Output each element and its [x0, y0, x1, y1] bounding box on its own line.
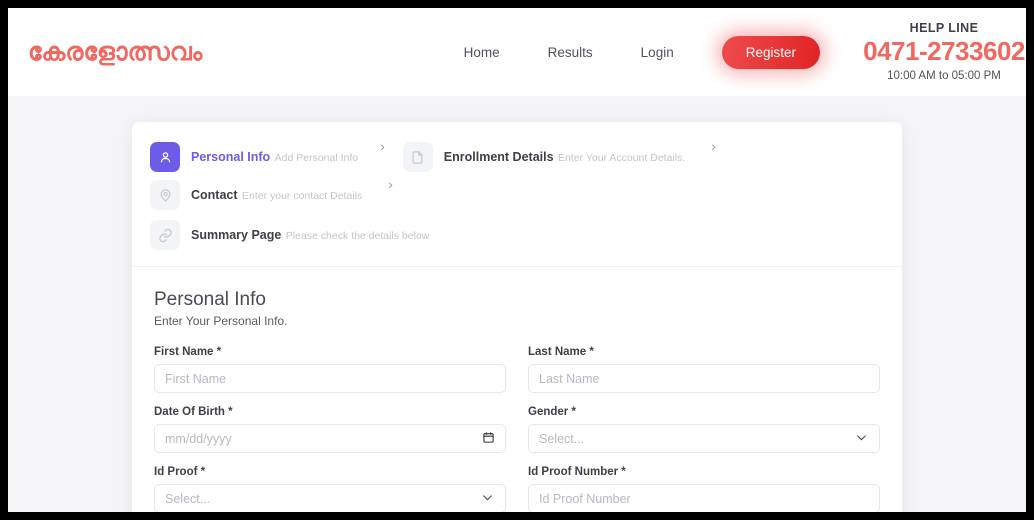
last-name-input[interactable]: Last Name	[528, 364, 880, 393]
step-summary-page[interactable]: Summary Page Please check the details be…	[150, 216, 884, 254]
step-personal-info[interactable]: Personal Info Add Personal Info	[150, 138, 358, 176]
gender-label: Gender *	[528, 406, 576, 418]
site-header: കേരളോത്സവം Home Results Login Register H…	[8, 8, 1026, 96]
browser-viewport: കേരളോത്സവം Home Results Login Register H…	[8, 8, 1026, 512]
date-of-birth-placeholder: mm/dd/yyyy	[165, 431, 232, 446]
document-icon	[402, 142, 433, 172]
field-date-of-birth: Date Of Birth * mm/dd/yyyy	[154, 406, 506, 453]
gender-select[interactable]: Select...	[528, 424, 880, 453]
site-logo[interactable]: കേരളോത്സവം	[20, 38, 202, 67]
step-subtitle: Add Personal Info	[274, 152, 359, 165]
chevron-down-icon	[855, 431, 868, 447]
calendar-icon[interactable]	[482, 431, 495, 447]
nav-item-login[interactable]: Login	[641, 45, 674, 60]
register-button[interactable]: Register	[721, 35, 820, 69]
field-gender: Gender * Select...	[528, 406, 880, 453]
helpline-block: HELP LINE 0471-2733602 10:00 AM to 05:00…	[846, 21, 1026, 82]
registration-wizard-card: Personal Info Add Personal Info › Enroll…	[132, 122, 902, 512]
helpline-hours: 10:00 AM to 05:00 PM	[887, 69, 1001, 82]
step-subtitle: Enter Your Account Details.	[558, 152, 686, 165]
id-proof-label: Id Proof *	[154, 466, 206, 478]
step-contact-text: Contact Enter your contact Details	[191, 185, 362, 205]
first-name-placeholder: First Name	[165, 371, 227, 386]
id-proof-placeholder: Select...	[165, 491, 211, 506]
step-enrollment-details-text: Enrollment Details Enter Your Account De…	[444, 147, 685, 167]
personal-info-form: Personal Info Enter Your Personal Info. …	[132, 267, 902, 512]
step-title: Contact	[191, 188, 238, 203]
page-body: Personal Info Add Personal Info › Enroll…	[8, 96, 1026, 512]
first-name-label: First Name *	[154, 346, 222, 358]
first-name-input[interactable]: First Name	[154, 364, 506, 393]
id-proof-select[interactable]: Select...	[154, 484, 506, 512]
main-navigation: Home Results Login Register	[464, 35, 820, 69]
gender-placeholder: Select...	[539, 431, 585, 446]
id-proof-number-placeholder: Id Proof Number	[539, 491, 631, 506]
date-of-birth-input[interactable]: mm/dd/yyyy	[154, 424, 506, 453]
nav-item-home[interactable]: Home	[464, 45, 500, 60]
step-subtitle: Please check the details below	[285, 230, 430, 243]
field-last-name: Last Name * Last Name	[528, 346, 880, 393]
map-pin-icon	[150, 180, 180, 210]
last-name-label: Last Name *	[528, 346, 594, 358]
last-name-placeholder: Last Name	[539, 371, 600, 386]
step-title: Summary Page	[191, 228, 282, 243]
step-summary-page-text: Summary Page Please check the details be…	[191, 225, 429, 245]
step-personal-info-text: Personal Info Add Personal Info	[191, 147, 358, 167]
field-id-proof-number: Id Proof Number * Id Proof Number	[528, 466, 880, 512]
helpline-number[interactable]: 0471-2733602	[846, 36, 1026, 67]
chevron-down-icon	[481, 491, 494, 507]
id-proof-number-input[interactable]: Id Proof Number	[528, 484, 880, 512]
link-icon	[150, 220, 180, 250]
chevron-right-icon: ›	[711, 138, 716, 154]
user-icon	[150, 142, 180, 172]
chevron-right-icon: ›	[388, 176, 393, 192]
form-title: Personal Info	[154, 289, 266, 310]
wizard-stepper: Personal Info Add Personal Info › Enroll…	[132, 122, 902, 267]
field-id-proof: Id Proof * Select...	[154, 466, 506, 512]
step-enrollment-details[interactable]: Enrollment Details Enter Your Account De…	[402, 138, 685, 176]
chevron-right-icon: ›	[380, 138, 385, 154]
form-grid: First Name * First Name Last Name * Last…	[154, 346, 880, 512]
step-subtitle: Enter your contact Details	[241, 190, 363, 203]
step-title: Personal Info	[191, 150, 271, 165]
helpline-title: HELP LINE	[909, 21, 979, 36]
field-first-name: First Name * First Name	[154, 346, 506, 393]
date-of-birth-label: Date Of Birth *	[154, 406, 233, 418]
form-subtitle: Enter Your Personal Info.	[154, 314, 288, 328]
step-contact[interactable]: Contact Enter your contact Details	[150, 176, 362, 214]
nav-item-results[interactable]: Results	[548, 45, 593, 60]
step-title: Enrollment Details	[443, 150, 554, 165]
id-proof-number-label: Id Proof Number *	[528, 466, 626, 478]
